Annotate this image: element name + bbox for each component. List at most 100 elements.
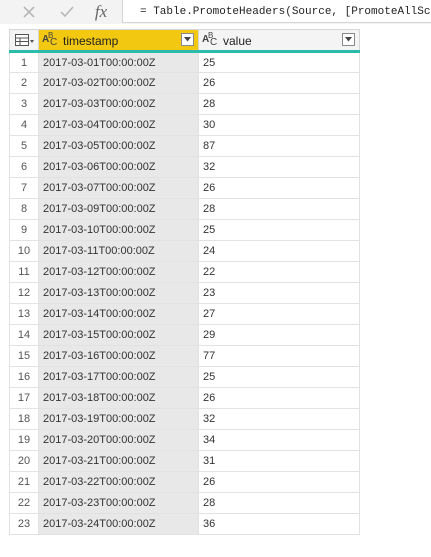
timestamp-cell[interactable]: 2017-03-07T00:00:00Z [38, 177, 199, 199]
table-row[interactable]: 4 2017-03-04T00:00:00Z 30 [9, 114, 360, 136]
value-cell[interactable]: 28 [198, 492, 360, 514]
row-number[interactable]: 15 [9, 345, 39, 367]
timestamp-cell[interactable]: 2017-03-21T00:00:00Z [38, 450, 199, 472]
value-cell[interactable]: 32 [198, 156, 360, 178]
timestamp-cell[interactable]: 2017-03-17T00:00:00Z [38, 366, 199, 388]
value-cell[interactable]: 34 [198, 429, 360, 451]
row-number[interactable]: 18 [9, 408, 39, 430]
timestamp-cell[interactable]: 2017-03-23T00:00:00Z [38, 492, 199, 514]
value-cell[interactable]: 87 [198, 135, 360, 157]
table-row[interactable]: 18 2017-03-19T00:00:00Z 32 [9, 408, 360, 430]
timestamp-cell[interactable]: 2017-03-04T00:00:00Z [38, 114, 199, 136]
value-cell[interactable]: 25 [198, 51, 360, 73]
table-row[interactable]: 3 2017-03-03T00:00:00Z 28 [9, 93, 360, 115]
check-icon[interactable] [52, 0, 82, 24]
row-number[interactable]: 5 [9, 135, 39, 157]
row-number[interactable]: 7 [9, 177, 39, 199]
table-row[interactable]: 19 2017-03-20T00:00:00Z 34 [9, 429, 360, 451]
value-cell[interactable]: 28 [198, 198, 360, 220]
table-row[interactable]: 5 2017-03-05T00:00:00Z 87 [9, 135, 360, 157]
timestamp-cell[interactable]: 2017-03-19T00:00:00Z [38, 408, 199, 430]
row-number[interactable]: 19 [9, 429, 39, 451]
timestamp-cell[interactable]: 2017-03-11T00:00:00Z [38, 240, 199, 262]
value-cell[interactable]: 26 [198, 72, 360, 94]
row-number[interactable]: 21 [9, 471, 39, 493]
table-row[interactable]: 8 2017-03-09T00:00:00Z 28 [9, 198, 360, 220]
table-row[interactable]: 20 2017-03-21T00:00:00Z 31 [9, 450, 360, 472]
table-row[interactable]: 15 2017-03-16T00:00:00Z 77 [9, 345, 360, 367]
row-number[interactable]: 14 [9, 324, 39, 346]
value-cell[interactable]: 31 [198, 450, 360, 472]
value-cell[interactable]: 23 [198, 282, 360, 304]
row-number[interactable]: 17 [9, 387, 39, 409]
value-cell[interactable]: 26 [198, 471, 360, 493]
timestamp-cell[interactable]: 2017-03-01T00:00:00Z [38, 51, 199, 73]
value-cell[interactable]: 25 [198, 366, 360, 388]
table-row[interactable]: 10 2017-03-11T00:00:00Z 24 [9, 240, 360, 262]
value-cell[interactable]: 27 [198, 303, 360, 325]
timestamp-cell[interactable]: 2017-03-16T00:00:00Z [38, 345, 199, 367]
timestamp-cell[interactable]: 2017-03-20T00:00:00Z [38, 429, 199, 451]
table-row[interactable]: 7 2017-03-07T00:00:00Z 26 [9, 177, 360, 199]
row-number[interactable]: 8 [9, 198, 39, 220]
row-number[interactable]: 13 [9, 303, 39, 325]
value-cell[interactable]: 36 [198, 513, 360, 535]
row-number[interactable]: 23 [9, 513, 39, 535]
table-row[interactable]: 22 2017-03-23T00:00:00Z 28 [9, 492, 360, 514]
table-row[interactable]: 11 2017-03-12T00:00:00Z 22 [9, 261, 360, 283]
row-number[interactable]: 11 [9, 261, 39, 283]
value-cell[interactable]: 28 [198, 93, 360, 115]
value-cell[interactable]: 30 [198, 114, 360, 136]
row-number[interactable]: 10 [9, 240, 39, 262]
timestamp-cell[interactable]: 2017-03-10T00:00:00Z [38, 219, 199, 241]
timestamp-cell[interactable]: 2017-03-14T00:00:00Z [38, 303, 199, 325]
value-cell[interactable]: 26 [198, 177, 360, 199]
value-cell[interactable]: 29 [198, 324, 360, 346]
row-number[interactable]: 20 [9, 450, 39, 472]
table-menu-cell[interactable] [9, 29, 39, 53]
timestamp-cell[interactable]: 2017-03-18T00:00:00Z [38, 387, 199, 409]
filter-dropdown-button[interactable] [342, 32, 355, 46]
timestamp-cell[interactable]: 2017-03-13T00:00:00Z [38, 282, 199, 304]
table-row[interactable]: 16 2017-03-17T00:00:00Z 25 [9, 366, 360, 388]
close-icon[interactable] [14, 0, 44, 24]
table-row[interactable]: 12 2017-03-13T00:00:00Z 23 [9, 282, 360, 304]
value-cell[interactable]: 22 [198, 261, 360, 283]
table-row[interactable]: 21 2017-03-22T00:00:00Z 26 [9, 471, 360, 493]
value-cell[interactable]: 24 [198, 240, 360, 262]
table-row[interactable]: 13 2017-03-14T00:00:00Z 27 [9, 303, 360, 325]
timestamp-cell[interactable]: 2017-03-15T00:00:00Z [38, 324, 199, 346]
timestamp-cell[interactable]: 2017-03-03T00:00:00Z [38, 93, 199, 115]
value-cell[interactable]: 25 [198, 219, 360, 241]
row-number[interactable]: 22 [9, 492, 39, 514]
row-number[interactable]: 12 [9, 282, 39, 304]
formula-input[interactable]: = Table.PromoteHeaders(Source, [PromoteA… [122, 0, 431, 23]
table-row[interactable]: 23 2017-03-24T00:00:00Z 36 [9, 513, 360, 535]
value-cell[interactable]: 26 [198, 387, 360, 409]
timestamp-cell[interactable]: 2017-03-12T00:00:00Z [38, 261, 199, 283]
timestamp-cell[interactable]: 2017-03-24T00:00:00Z [38, 513, 199, 535]
column-header-timestamp[interactable]: ABC timestamp [38, 29, 199, 53]
value-cell[interactable]: 32 [198, 408, 360, 430]
timestamp-cell[interactable]: 2017-03-09T00:00:00Z [38, 198, 199, 220]
table-row[interactable]: 14 2017-03-15T00:00:00Z 29 [9, 324, 360, 346]
value-cell[interactable]: 77 [198, 345, 360, 367]
row-number[interactable]: 6 [9, 156, 39, 178]
table-row[interactable]: 1 2017-03-01T00:00:00Z 25 [9, 51, 360, 73]
table-icon[interactable] [15, 33, 35, 48]
timestamp-cell[interactable]: 2017-03-06T00:00:00Z [38, 156, 199, 178]
table-row[interactable]: 9 2017-03-10T00:00:00Z 25 [9, 219, 360, 241]
row-number[interactable]: 3 [9, 93, 39, 115]
fx-icon[interactable]: fx [86, 0, 116, 24]
filter-dropdown-button[interactable] [181, 32, 194, 46]
timestamp-cell[interactable]: 2017-03-02T00:00:00Z [38, 72, 199, 94]
text-type-icon[interactable]: ABC [202, 31, 222, 49]
timestamp-cell[interactable]: 2017-03-22T00:00:00Z [38, 471, 199, 493]
row-number[interactable]: 1 [9, 51, 39, 73]
text-type-icon[interactable]: ABC [42, 31, 62, 49]
column-header-value[interactable]: ABC value [198, 29, 360, 53]
row-number[interactable]: 9 [9, 219, 39, 241]
row-number[interactable]: 2 [9, 72, 39, 94]
row-number[interactable]: 4 [9, 114, 39, 136]
table-row[interactable]: 6 2017-03-06T00:00:00Z 32 [9, 156, 360, 178]
